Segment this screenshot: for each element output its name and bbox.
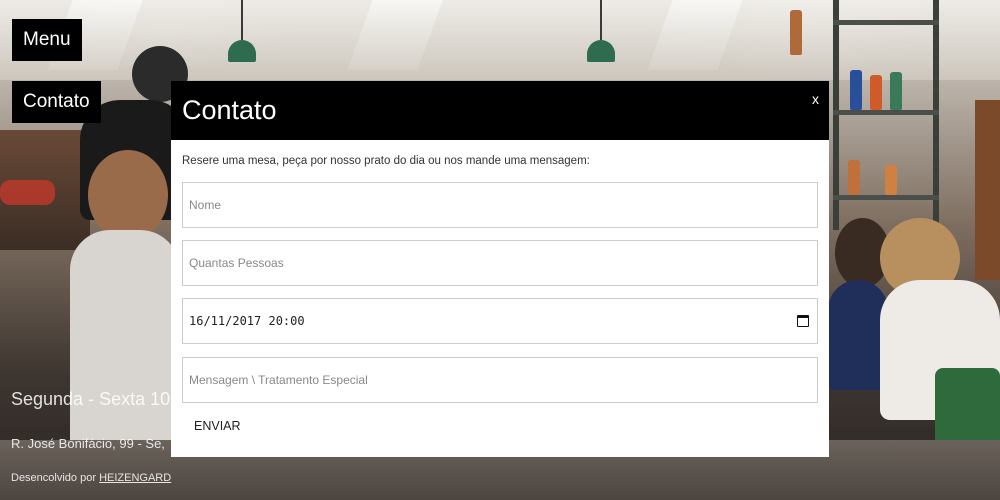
message-input[interactable] [182, 357, 818, 403]
shelf [833, 195, 939, 200]
calendar-icon[interactable] [797, 315, 809, 327]
contact-modal: Contato x Resere uma mesa, peça por noss… [171, 81, 829, 457]
pendant-lamp [587, 40, 615, 62]
address: R. José Bonifácio, 99 - Se, [11, 436, 165, 451]
bottle [870, 75, 882, 110]
bottle [885, 165, 897, 195]
modal-title: Contato [182, 95, 277, 125]
bottle [848, 160, 860, 195]
bottle [890, 72, 902, 110]
modal-header: Contato x [171, 81, 829, 140]
bottle [790, 10, 802, 55]
shelf [833, 110, 939, 115]
people-count-input[interactable] [182, 240, 818, 286]
wooden-shelf [975, 100, 1000, 280]
pendant-lamp [228, 40, 256, 62]
credits-link[interactable]: HEIZENGARD [99, 472, 171, 484]
neon-sign [0, 180, 55, 205]
person-body [828, 280, 888, 390]
person-head [88, 150, 168, 240]
modal-intro-text: Resere uma mesa, peça por nosso prato do… [182, 155, 590, 167]
lamp-cord [241, 0, 243, 40]
close-button[interactable]: x [812, 91, 819, 107]
name-input[interactable] [182, 182, 818, 228]
contact-button[interactable]: Contato [12, 81, 101, 123]
shelf [833, 20, 939, 25]
datetime-value: 16/11/2017 20:00 [189, 314, 305, 328]
submit-button[interactable]: ENVIAR [182, 417, 253, 435]
datetime-input[interactable]: 16/11/2017 20:00 [182, 298, 818, 344]
credits-prefix: Desencolvido por [11, 472, 96, 484]
bottle [850, 70, 862, 110]
menu-button[interactable]: Menu [12, 19, 82, 61]
credits: Desencolvido por HEIZENGARD [11, 472, 171, 484]
lamp-cord [600, 0, 602, 40]
opening-hours: Segunda - Sexta 10 [11, 389, 171, 409]
